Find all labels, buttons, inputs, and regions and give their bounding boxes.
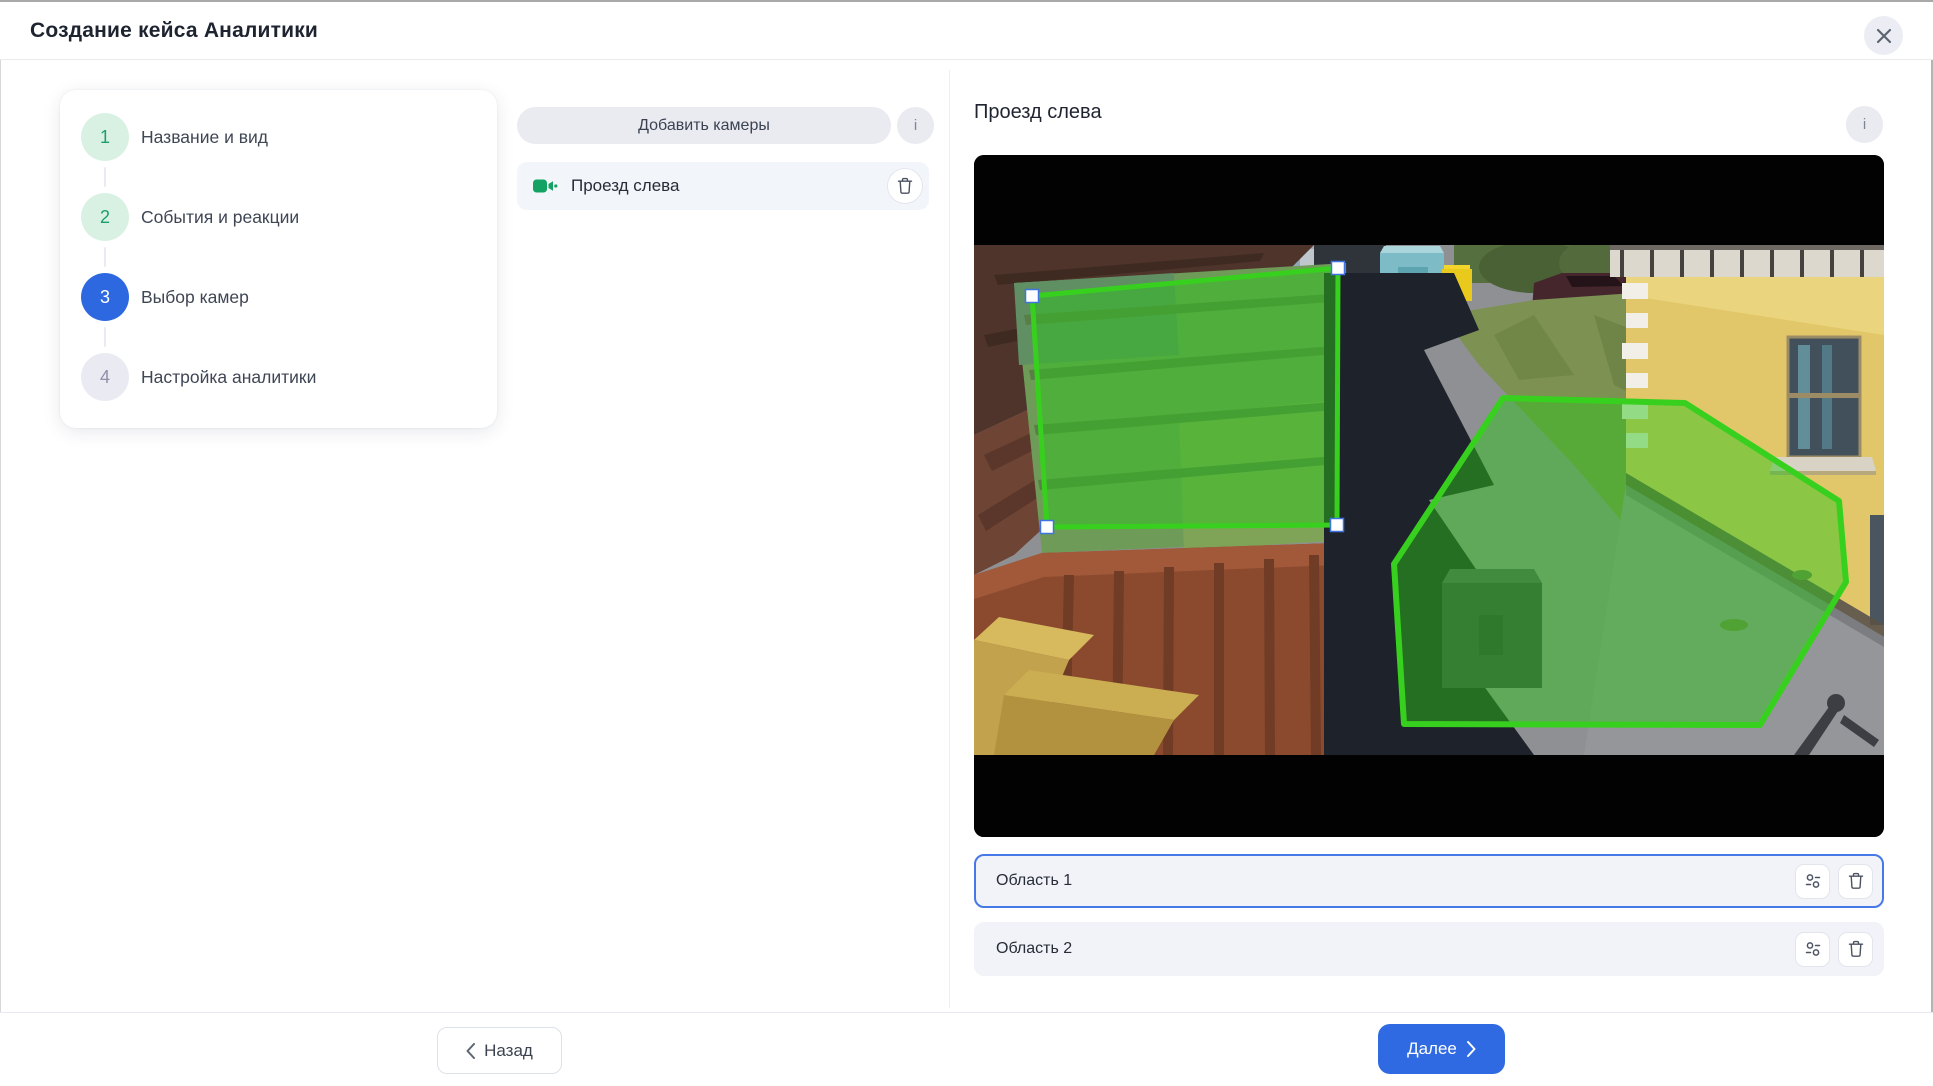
region-2-settings-button[interactable] [1795, 932, 1830, 967]
region-2-label: Область 2 [996, 940, 1072, 958]
region-1-delete-button[interactable] [1838, 864, 1873, 899]
step-1-circle: 1 [81, 113, 129, 161]
modal-footer: Назад Далее [0, 1012, 1933, 1086]
panel-divider [949, 70, 950, 1008]
add-cameras-button[interactable]: Добавить камеры [517, 107, 891, 144]
chevron-right-icon [1467, 1041, 1476, 1057]
step-connector [104, 327, 106, 347]
back-button[interactable]: Назад [437, 1027, 562, 1074]
step-3-label: Выбор камер [141, 287, 249, 308]
region-row-2[interactable]: Область 2 [974, 922, 1884, 976]
preview-info-button[interactable]: i [1846, 106, 1883, 143]
next-button[interactable]: Далее [1378, 1024, 1505, 1074]
modal-title: Создание кейса Аналитики [30, 19, 318, 43]
region-row-1[interactable]: Область 1 [974, 854, 1884, 908]
region-1-label: Область 1 [996, 872, 1072, 890]
close-button[interactable] [1864, 16, 1903, 55]
delete-camera-button[interactable] [887, 168, 923, 204]
step-2-circle: 2 [81, 193, 129, 241]
sliders-icon [1804, 940, 1822, 958]
step-3-circle: 3 [81, 273, 129, 321]
step-4-label: Настройка аналитики [141, 367, 316, 388]
camera-frame-canvas[interactable] [974, 155, 1884, 837]
camera-name: Проезд слева [571, 176, 679, 196]
next-button-label: Далее [1407, 1039, 1457, 1059]
step-camera-selection[interactable]: 3 Выбор камер [81, 273, 249, 321]
trash-icon [897, 177, 913, 195]
step-connector [104, 247, 106, 267]
modal-header: Создание кейса Аналитики [0, 2, 1933, 60]
step-2-label: События и реакции [141, 207, 299, 228]
camera-frame-image [974, 155, 1884, 837]
region-polygon-1[interactable] [1026, 262, 1345, 534]
sliders-icon [1804, 872, 1822, 890]
camera-preview-title: Проезд слева [974, 101, 1102, 124]
region-2-delete-button[interactable] [1838, 932, 1873, 967]
region-1-settings-button[interactable] [1795, 864, 1830, 899]
camera-list-item[interactable]: Проезд слева [517, 162, 929, 210]
video-camera-icon [533, 178, 558, 194]
wizard-steps-card: 1 Название и вид 2 События и реакции 3 В… [60, 90, 497, 428]
step-connector [104, 167, 106, 187]
chevron-left-icon [466, 1043, 475, 1059]
step-events-and-reactions[interactable]: 2 События и реакции [81, 193, 299, 241]
back-button-label: Назад [484, 1041, 533, 1061]
trash-icon [1848, 872, 1864, 890]
step-1-label: Название и вид [141, 127, 268, 148]
step-analytics-settings[interactable]: 4 Настройка аналитики [81, 353, 316, 401]
close-icon [1875, 27, 1893, 45]
step-name-and-type[interactable]: 1 Название и вид [81, 113, 268, 161]
create-analytics-case-modal: Создание кейса Аналитики 1 Название и ви… [0, 0, 1933, 1085]
trash-icon [1848, 940, 1864, 958]
step-4-circle: 4 [81, 353, 129, 401]
cameras-info-button[interactable]: i [897, 107, 934, 144]
